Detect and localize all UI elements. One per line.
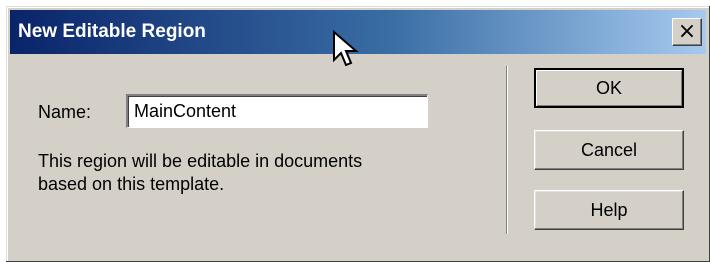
- name-label: Name:: [38, 102, 92, 122]
- close-button[interactable]: ×: [672, 18, 702, 46]
- info-text-line1: This region will be editable in document…: [38, 151, 363, 171]
- mouse-pointer-icon: [333, 30, 359, 67]
- info-text: This region will be editable in document…: [38, 150, 468, 196]
- dialog-title: New Editable Region: [18, 21, 206, 42]
- info-text-line2: based on this template.: [38, 174, 225, 194]
- help-button[interactable]: Help: [534, 190, 684, 230]
- ok-button[interactable]: OK: [534, 68, 684, 108]
- vertical-separator: [506, 66, 508, 234]
- cancel-button[interactable]: Cancel: [534, 130, 684, 170]
- close-icon: ×: [677, 19, 697, 44]
- name-input[interactable]: [126, 94, 428, 128]
